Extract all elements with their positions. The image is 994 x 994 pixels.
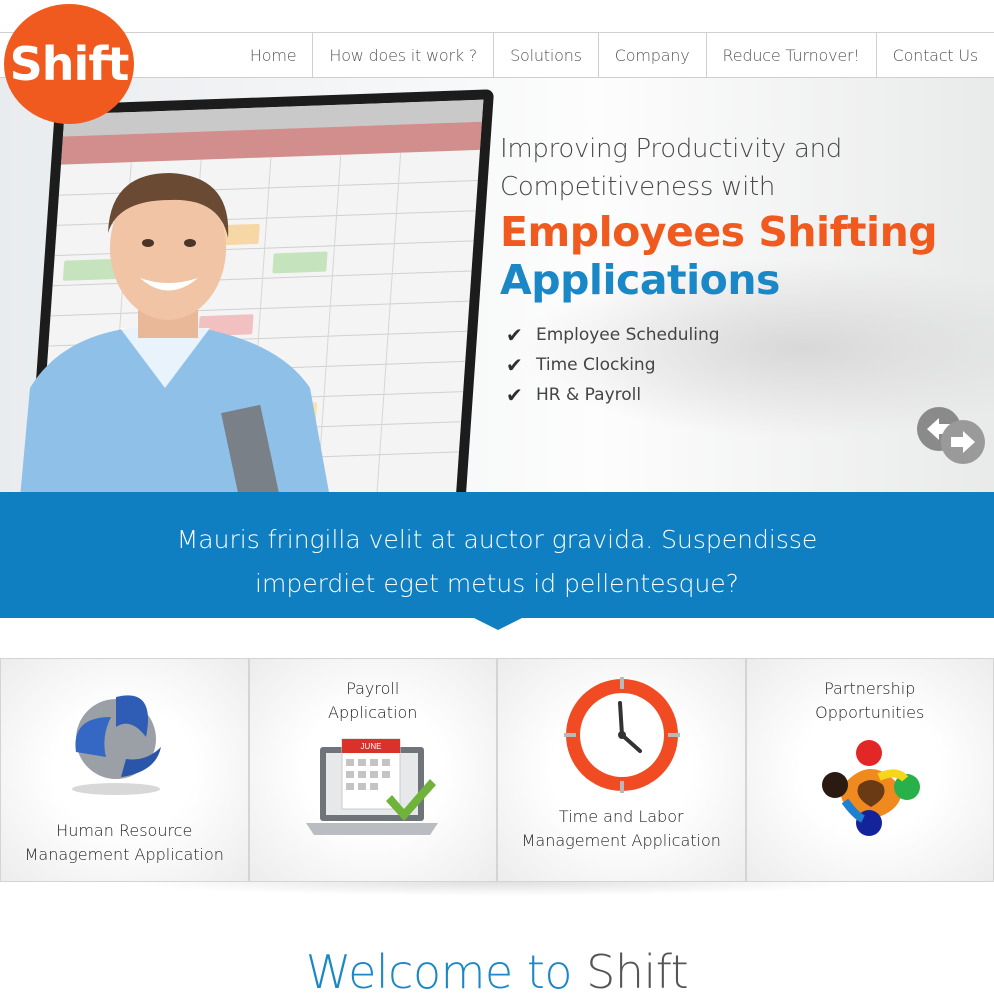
checkmark-icon: ✔ [506, 323, 523, 347]
feature-label: Management Application [24, 845, 224, 864]
hero-text: Improving Productivity and Competitivene… [500, 130, 980, 410]
shift-logo[interactable]: Shift [4, 4, 134, 124]
feature-label: Human Resource [56, 821, 193, 840]
welcome-part2: Shift [586, 945, 689, 994]
main-nav: Home How does it work ? Solutions Compan… [0, 32, 994, 78]
calendar-month: JUNE [360, 742, 381, 751]
payroll-laptop-calendar-icon: JUNE [305, 738, 438, 835]
list-item: ✔ HR & Payroll [506, 380, 980, 410]
feature-label: Management Application [521, 831, 721, 850]
hr-swirl-icon [72, 695, 161, 795]
nav-reduce-turnover[interactable]: Reduce Turnover! [705, 33, 876, 77]
feature-label: Payroll [346, 679, 400, 698]
welcome-heading: Welcome to Shift [0, 942, 994, 994]
prev-next-arrows-icon[interactable] [915, 405, 989, 467]
feature-time-labor[interactable]: Time and Labor Management Application [497, 658, 746, 882]
banner-line1: Mauris fringilla velit at auctor gravida… [176, 525, 818, 554]
banner-notch [474, 618, 522, 630]
banner-line2: imperdiet eget metus id pellentesque? [255, 569, 739, 598]
nav-how-it-works[interactable]: How does it work ? [312, 33, 493, 77]
top-strip [0, 0, 994, 32]
clock-icon [564, 677, 680, 793]
hero-headline-orange: Employees Shifting [500, 208, 938, 256]
logo-text: Shift [9, 37, 130, 91]
feature-label: Application [328, 703, 418, 722]
check-label: Time Clocking [536, 355, 656, 375]
partnership-people-icon [821, 740, 920, 836]
hero-intro-line1: Improving Productivity and [500, 134, 842, 164]
feature-boxes: Human Resource Management Application Pa… [0, 658, 994, 882]
hero-intro-line2: Competitiveness with [500, 172, 776, 202]
features-shadow [120, 882, 874, 896]
check-label: HR & Payroll [536, 385, 642, 405]
feature-label: Time and Labor [558, 807, 684, 826]
checkmark-icon: ✔ [506, 353, 523, 377]
hero-slider: Improving Productivity and Competitivene… [0, 78, 994, 492]
page: Shift Home How does it work ? Solutions … [0, 0, 994, 994]
list-item: ✔ Time Clocking [506, 350, 980, 380]
check-label: Employee Scheduling [536, 325, 720, 345]
feature-label: Opportunities [815, 703, 925, 722]
nav-contact-us[interactable]: Contact Us [875, 33, 994, 77]
checkmark-icon: ✔ [506, 383, 523, 407]
smiling-man-image [20, 173, 329, 492]
feature-label: Partnership [824, 679, 916, 698]
nav-home[interactable]: Home [234, 33, 312, 77]
hero-feature-list: ✔ Employee Scheduling ✔ Time Clocking ✔ HR … [506, 320, 980, 410]
list-item: ✔ Employee Scheduling [506, 320, 980, 350]
nav-solutions[interactable]: Solutions [493, 33, 598, 77]
feature-partnership[interactable]: Partnership Opportunities [745, 658, 994, 882]
feature-payroll[interactable]: Payroll Application JUNE [248, 658, 497, 882]
nav-company[interactable]: Company [597, 33, 706, 77]
hero-headline-blue: Applications [500, 256, 780, 304]
feature-hr[interactable]: Human Resource Management Application [0, 658, 249, 882]
welcome-part1: Welcome to [305, 945, 573, 994]
blue-banner: Mauris fringilla velit at auctor gravida… [0, 492, 994, 618]
